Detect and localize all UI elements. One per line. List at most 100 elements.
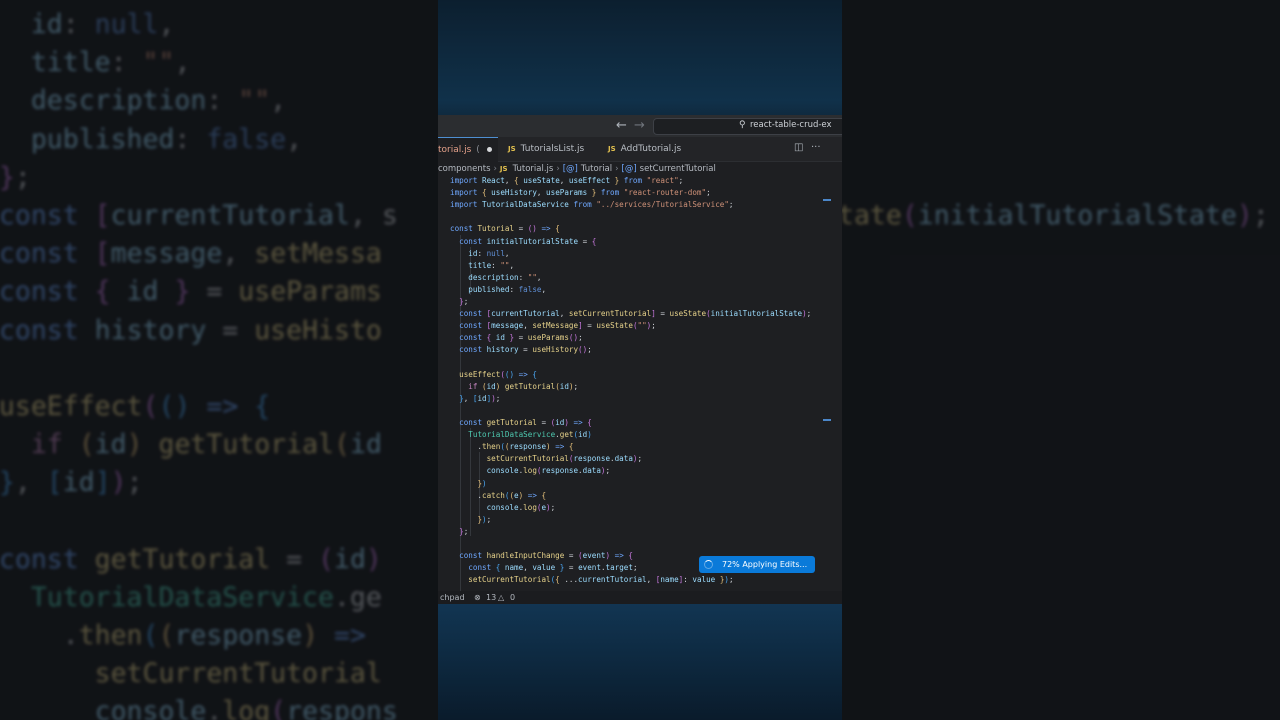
error-icon[interactable]: ⊗ <box>474 591 481 604</box>
code-line[interactable]: .catch((e) => { <box>450 490 546 502</box>
code-token: value <box>692 575 720 585</box>
code-token: from <box>619 176 647 185</box>
arrow-right-icon[interactable]: → <box>634 118 645 133</box>
code-token: const <box>468 563 496 573</box>
code-token: "react" <box>646 176 679 185</box>
code-token: ; <box>578 333 583 343</box>
code-line[interactable]: }, [id]); <box>450 393 500 405</box>
code-line[interactable]: const Tutorial = () => { <box>450 223 560 235</box>
background-dim-right <box>842 0 1280 720</box>
code-line[interactable]: const handleInputChange = (event) => { <box>450 550 633 562</box>
code-token: initialTutorialState <box>486 236 579 246</box>
code-line[interactable]: if (id) getTutorial(id); <box>450 381 578 393</box>
code-line[interactable]: setCurrentTutorial({ ...currentTutorial,… <box>450 574 733 586</box>
more-actions-icon[interactable]: ··· <box>811 142 821 153</box>
code-line[interactable]: published: false, <box>450 284 546 296</box>
code-line[interactable]: const { name, value } = event.target; <box>450 562 637 574</box>
code-line[interactable]: console.log(response.data); <box>450 465 611 477</box>
code-line[interactable]: import React, { useState, useEffect } fr… <box>450 175 683 187</box>
code-token: console <box>486 502 519 512</box>
code-token: console <box>486 466 519 476</box>
code-token: useEffect <box>568 176 615 185</box>
code-line[interactable]: console.log(e); <box>450 502 556 514</box>
code-line[interactable]: useEffect(() => { <box>450 369 537 381</box>
code-token: , <box>559 176 569 185</box>
code-token: ; <box>637 454 643 464</box>
breadcrumb-sub-symbol[interactable]: setCurrentTutorial <box>640 164 716 174</box>
code-token: data <box>582 466 601 476</box>
code-token: , <box>523 321 533 331</box>
code-token: = <box>564 563 579 573</box>
code-line[interactable]: setCurrentTutorial(response.data); <box>450 453 642 465</box>
code-line[interactable]: }); <box>450 514 491 526</box>
breadcrumb-symbol[interactable]: Tutorial <box>581 164 612 174</box>
unsaved-dot-icon[interactable] <box>487 147 492 152</box>
breadcrumb-file[interactable]: Tutorial.js <box>513 164 554 174</box>
tab-tutorialslist-js[interactable]: JS TutorialsList.js <box>508 137 608 161</box>
status-bar: chpad ⊗ 13 △ 0 <box>438 591 842 604</box>
chevron-right-icon: › <box>615 164 619 174</box>
code-line[interactable]: id: null, <box>450 248 509 260</box>
code-token: log <box>523 466 537 476</box>
code-token: message <box>491 321 524 331</box>
code-token: ; <box>486 514 492 524</box>
command-center-search[interactable]: ⚲ react-table-crud-ex <box>653 118 842 135</box>
code-line[interactable]: description: "", <box>450 272 541 284</box>
center-video-column: ← → ⚲ react-table-crud-ex torial.js ( JS… <box>438 0 842 720</box>
code-line[interactable]: const initialTutorialState = { <box>450 236 596 248</box>
code-line[interactable]: }) <box>450 478 486 490</box>
code-token: catch <box>482 490 505 500</box>
code-token: then <box>482 442 501 452</box>
code-line[interactable]: const { id } = useParams(); <box>450 332 583 344</box>
code-token: import <box>450 176 483 185</box>
code-token: { <box>628 551 633 561</box>
code-line[interactable]: const history = useHistory(); <box>450 344 592 356</box>
code-token: title <box>468 260 492 270</box>
code-line[interactable]: TutorialDataService.get(id) <box>450 429 591 441</box>
status-item-left[interactable]: chpad <box>440 591 465 604</box>
warning-icon[interactable]: △ <box>498 591 504 604</box>
breadcrumb-folder[interactable]: components <box>438 164 491 174</box>
code-line[interactable]: }; <box>450 296 468 308</box>
js-file-icon: JS <box>508 145 516 153</box>
code-token: { <box>486 333 496 343</box>
code-token: response <box>509 442 547 452</box>
code-token: : <box>491 260 501 270</box>
code-token: = <box>564 551 579 561</box>
code-line[interactable]: const [message, setMessage] = useState("… <box>450 320 656 332</box>
code-line[interactable]: import TutorialDataService from "../serv… <box>450 199 734 211</box>
code-line[interactable]: }; <box>450 526 468 538</box>
editor-window: ← → ⚲ react-table-crud-ex torial.js ( JS… <box>438 115 842 604</box>
code-line[interactable]: const [currentTutorial, setCurrentTutori… <box>450 308 811 320</box>
code-token: setCurrentTutorial <box>468 575 551 585</box>
code-token: if <box>468 381 483 391</box>
code-token: name <box>504 563 524 573</box>
warning-count[interactable]: 0 <box>510 591 515 604</box>
split-editor-icon[interactable]: ◫ <box>794 142 803 153</box>
code-token: ; <box>463 526 469 536</box>
code-token: ; <box>495 393 501 403</box>
code-token: response <box>541 466 579 476</box>
code-line[interactable]: const getTutorial = (id) => { <box>450 417 592 429</box>
arrow-left-icon[interactable]: ← <box>616 118 627 133</box>
code-editor[interactable]: import React, { useState, useEffect } fr… <box>438 175 842 591</box>
error-count[interactable]: 13 <box>486 591 496 604</box>
editor-tab-bar: torial.js ( JS TutorialsList.js JS AddTuto… <box>438 137 842 162</box>
code-line[interactable]: title: "", <box>450 260 514 272</box>
code-token: ; <box>651 321 656 331</box>
tab-addtutorial-js[interactable]: JS AddTutorial.js <box>608 137 708 161</box>
code-line[interactable]: import { useHistory, useParams } from "r… <box>450 187 711 199</box>
code-token: => <box>568 418 588 427</box>
code-token: : <box>518 272 528 282</box>
code-line[interactable]: .then((response) => { <box>450 441 573 453</box>
code-token: () <box>578 345 588 355</box>
code-token: { <box>587 418 592 427</box>
code-token: . <box>450 442 483 452</box>
